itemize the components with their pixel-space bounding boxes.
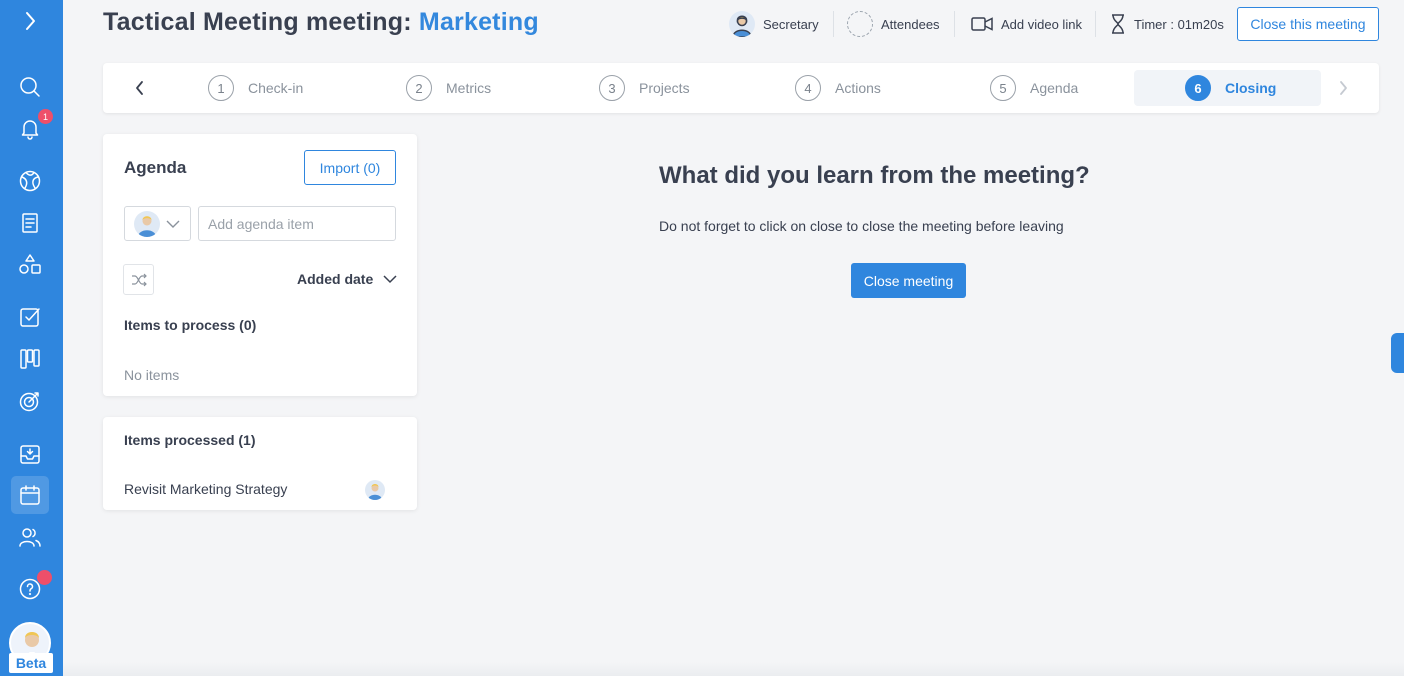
side-panel-toggle[interactable]: [1391, 333, 1404, 373]
step-number: 5: [990, 75, 1016, 101]
header-divider: [1095, 11, 1096, 37]
search-icon[interactable]: [15, 72, 45, 102]
header-divider: [833, 11, 834, 37]
document-icon[interactable]: [15, 208, 45, 238]
help-icon[interactable]: [15, 570, 52, 604]
bell-icon[interactable]: 1: [15, 109, 53, 143]
chevron-down-icon: [166, 220, 180, 228]
close-this-meeting-button[interactable]: Close this meeting: [1237, 7, 1379, 41]
attendees-selector[interactable]: Attendees: [847, 0, 940, 48]
step-agenda[interactable]: 5 Agenda: [990, 63, 1078, 113]
board-icon[interactable]: [15, 344, 45, 374]
step-actions[interactable]: 4 Actions: [795, 63, 881, 113]
header-divider: [954, 11, 955, 37]
step-label: Projects: [639, 80, 690, 96]
owner-avatar: [134, 210, 160, 237]
attendees-label: Attendees: [881, 16, 940, 32]
help-badge: [37, 570, 52, 585]
step-closing[interactable]: 6 Closing: [1134, 70, 1321, 106]
calendar-icon[interactable]: [11, 476, 49, 514]
close-meeting-button[interactable]: Close meeting: [851, 263, 966, 298]
agenda-panel: Agenda Import (0) Added date Items to pr…: [103, 134, 417, 396]
target-icon[interactable]: [15, 386, 45, 416]
meeting-timer[interactable]: Timer : 01m20s: [1110, 0, 1224, 48]
secretary-avatar: [729, 11, 755, 37]
add-agenda-item-input[interactable]: [198, 206, 396, 241]
step-label: Actions: [835, 80, 881, 96]
video-camera-icon: [971, 17, 993, 31]
agenda-owner-select[interactable]: [124, 206, 191, 241]
checkbox-icon[interactable]: [15, 302, 45, 332]
step-label: Check-in: [248, 80, 304, 96]
inbox-icon[interactable]: [15, 439, 45, 469]
video-link-label: Add video link: [1001, 16, 1082, 32]
processed-item[interactable]: Revisit Marketing Strategy: [124, 481, 287, 497]
shapes-icon[interactable]: [15, 250, 45, 280]
attendees-placeholder-icon: [847, 11, 873, 37]
meeting-steps-bar: 1 Check-in 2 Metrics 3 Projects 4 Action…: [103, 63, 1379, 113]
items-to-process-label: Items to process (0): [124, 317, 257, 333]
agenda-title: Agenda: [124, 158, 187, 177]
processed-items-panel: Items processed (1) Revisit Marketing St…: [103, 417, 417, 510]
users-icon[interactable]: [15, 522, 45, 552]
step-number: 3: [599, 75, 625, 101]
secretary-label: Secretary: [763, 16, 819, 32]
step-label: Agenda: [1030, 80, 1079, 96]
step-metrics[interactable]: 2 Metrics: [406, 63, 491, 113]
chevron-down-icon: [383, 275, 397, 284]
title-prefix: Tactical Meeting meeting:: [103, 8, 412, 36]
sort-by-select[interactable]: Added date: [297, 268, 397, 290]
shuffle-button[interactable]: [123, 264, 154, 295]
shuffle-icon: [131, 273, 147, 286]
item-owner-avatar: [365, 480, 385, 500]
step-projects[interactable]: 3 Projects: [599, 63, 690, 113]
step-check-in[interactable]: 1 Check-in: [208, 63, 303, 113]
hourglass-icon: [1112, 14, 1124, 34]
beta-label: Beta: [9, 653, 53, 673]
meeting-team-name: Marketing: [418, 8, 539, 36]
closing-hint: Do not forget to click on close to close…: [659, 218, 1064, 234]
bottom-edge: [63, 662, 1404, 676]
closing-question: What did you learn from the meeting?: [659, 162, 1090, 189]
items-processed-label: Items processed (1): [124, 432, 256, 448]
step-number: 4: [795, 75, 821, 101]
secretary-selector[interactable]: Secretary: [729, 0, 819, 48]
step-label: Closing: [1225, 80, 1277, 96]
timer-label: Timer : 01m20s: [1134, 16, 1224, 32]
previous-step-chevron-icon[interactable]: [130, 78, 150, 98]
add-video-link-button[interactable]: Add video link: [971, 0, 1082, 48]
expand-chevron-icon[interactable]: [15, 6, 45, 36]
step-number: 2: [406, 75, 432, 101]
no-items-label: No items: [124, 367, 180, 383]
notification-badge: 1: [38, 109, 53, 124]
import-button[interactable]: Import (0): [304, 150, 396, 185]
step-label: Metrics: [446, 80, 492, 96]
left-navigation: 1 Beta: [0, 0, 63, 676]
step-number: 6: [1185, 75, 1211, 101]
globe-icon[interactable]: [15, 166, 45, 196]
next-step-chevron-icon[interactable]: [1333, 78, 1353, 98]
sort-label: Added date: [297, 271, 374, 287]
step-number: 1: [208, 75, 234, 101]
page-title: Tactical Meeting meeting: Marketing: [103, 8, 539, 37]
